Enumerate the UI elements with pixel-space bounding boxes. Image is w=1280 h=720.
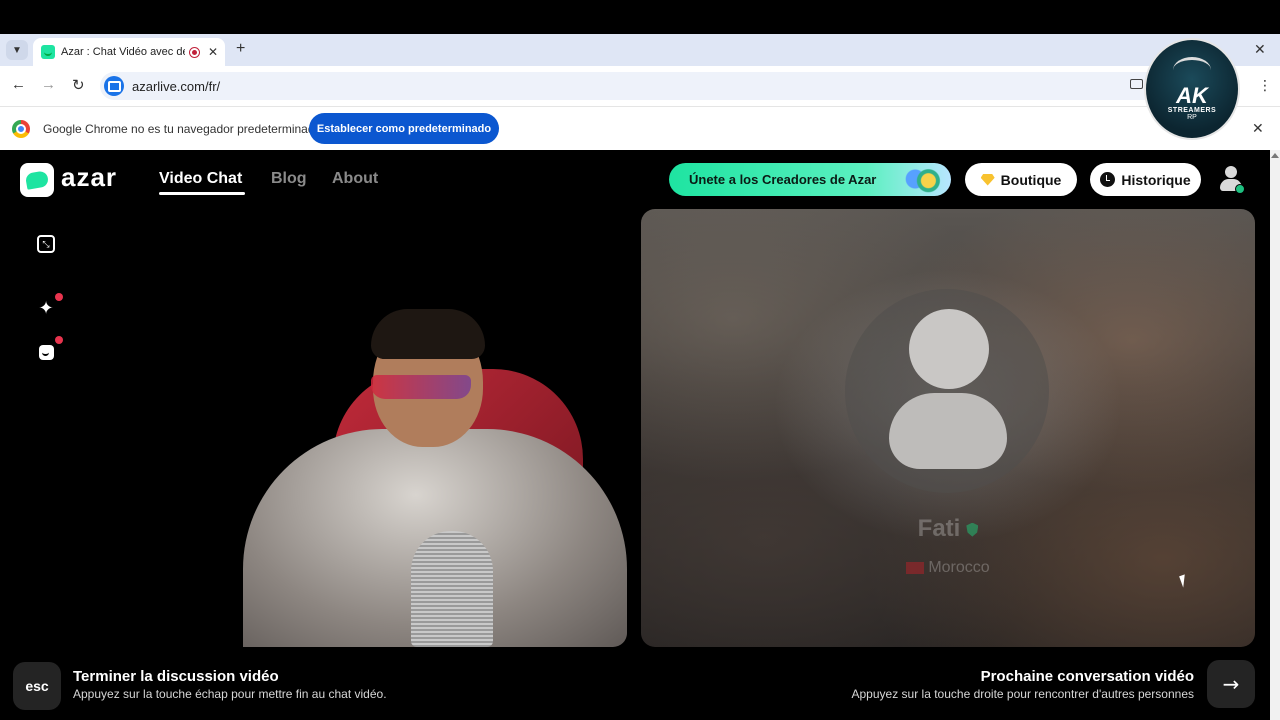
remote-avatar-body [889,393,1007,469]
collapse-icon[interactable]: ⤡ [37,235,55,253]
history-label: Historique [1121,171,1191,188]
effects-sparkle-icon[interactable]: ✦ [37,298,55,318]
infobar-close-icon[interactable]: ✕ [1252,120,1264,137]
azar-favicon-icon [41,45,55,59]
verified-shield-icon [966,522,979,537]
remote-country: Morocco [928,559,990,576]
remote-avatar-head [909,309,989,389]
profile-avatar[interactable] [1217,164,1245,194]
sticker-face-icon[interactable] [37,343,55,361]
next-chat-arrow-button[interactable]: → [1207,660,1255,708]
new-tab-button[interactable]: + [236,40,245,58]
forward-arrow-icon[interactable]: → [41,76,56,93]
eagle-emblem-icon [1173,57,1211,83]
url-text: azarlive.com/fr/ [132,78,221,94]
remote-user-name-row: Fati [641,515,1255,543]
azar-page: azar Video Chat Blog About Únete a los C… [0,150,1270,720]
active-tab[interactable]: Azar : Chat Vidéo avec de n ✕ [33,38,225,66]
streamer-logo-tag: RP [1187,114,1197,121]
reload-icon[interactable]: ↻ [72,76,85,94]
address-bar[interactable]: azarlive.com/fr/ [100,72,1180,100]
screen-top-border [0,0,1280,34]
local-camera-feed [223,309,627,647]
end-chat-description: Appuyez sur la touche échap pour mettre … [73,687,387,701]
hair [371,309,485,359]
next-chat-description: Appuyez sur la touche droite pour rencon… [851,687,1195,701]
creators-illustration-icon [902,162,946,196]
microphone [411,531,493,647]
online-status-icon [1235,184,1245,194]
sticker-notification-dot [55,336,63,344]
tab-strip: ▼ Azar : Chat Vidéo avec de n ✕ + ✕ [0,34,1280,66]
recording-indicator-icon [189,46,200,58]
streamer-logo-overlay: AK STREAMERS RP [1144,38,1240,140]
avatar-head [1225,166,1237,178]
boutique-label: Boutique [1000,171,1062,188]
more-menu-icon[interactable]: ⋮ [1258,77,1272,94]
site-camera-icon[interactable] [104,76,124,96]
diamond-icon [980,173,995,186]
boutique-button[interactable]: Boutique [965,163,1077,196]
end-chat-esc-button[interactable]: esc [13,662,61,710]
tab-title: Azar : Chat Vidéo avec de n [61,46,185,58]
nav-about[interactable]: About [332,170,378,188]
default-browser-infobar: Google Chrome no es tu navegador predete… [0,106,1280,150]
sunglasses [371,375,471,399]
history-button[interactable]: Historique [1090,163,1201,196]
local-video-panel: ⤡ ✦ [13,209,627,647]
tab-search-button[interactable]: ▼ [6,40,28,60]
remote-video-panel: Fati Morocco [641,209,1255,647]
nav-video-chat[interactable]: Video Chat [159,170,242,188]
cast-icon[interactable] [1130,79,1143,89]
chrome-logo-icon [12,120,30,138]
back-arrow-icon[interactable]: ← [11,76,26,93]
end-chat-title: Terminer la discussion vidéo [73,668,279,685]
remote-user-name: Fati [917,515,961,542]
nav-blog[interactable]: Blog [271,170,307,188]
brand-wordmark[interactable]: azar [61,162,117,193]
window-close-button[interactable]: ✕ [1254,41,1266,58]
streamer-logo-text: AK [1176,83,1208,108]
set-default-button[interactable]: Establecer como predeterminado [309,113,499,144]
scroll-up-arrow-icon[interactable] [1271,153,1279,158]
effects-notification-dot [55,293,63,301]
flag-icon [906,561,925,574]
page-scrollbar[interactable] [1270,150,1280,720]
infobar-message: Google Chrome no es tu navegador predete… [43,122,322,136]
azar-logo-icon[interactable] [20,163,54,197]
next-chat-title: Prochaine conversation vidéo [980,668,1194,685]
streamer-logo-subtext: STREAMERS [1167,107,1217,114]
toolbar: ← → ↻ azarlive.com/fr/ ⋮ [0,66,1280,106]
active-nav-underline [159,192,245,195]
tab-close-icon[interactable]: ✕ [208,45,218,59]
remote-country-row: Morocco [641,559,1255,577]
clock-icon [1100,172,1116,187]
